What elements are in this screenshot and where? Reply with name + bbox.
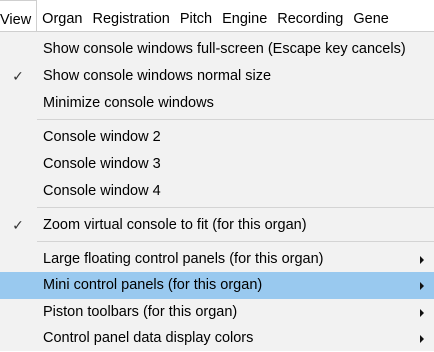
view-dropdown-menu: Show console windows full-screen (Escape… xyxy=(0,31,434,351)
menu-item-mini-control-panels[interactable]: Mini control panels (for this organ) xyxy=(0,272,434,299)
menu-item-label: Console window 4 xyxy=(43,183,161,199)
menu-item-console-window-4[interactable]: Console window 4 xyxy=(0,178,434,205)
menu-organ[interactable]: Organ xyxy=(37,0,87,32)
menu-item-display-colors[interactable]: Control panel data display colors xyxy=(0,325,434,352)
submenu-arrow-icon xyxy=(420,335,424,343)
menu-item-label: Large floating control panels (for this … xyxy=(43,251,324,267)
menu-separator xyxy=(37,207,434,208)
menu-item-label: Console window 2 xyxy=(43,129,161,145)
menu-general[interactable]: Gene xyxy=(348,0,393,32)
menu-item-label: Zoom virtual console to fit (for this or… xyxy=(43,217,307,233)
submenu-arrow-icon xyxy=(420,309,424,317)
menu-item-label: Control panel data display colors xyxy=(43,330,254,346)
checkmark-icon: ✓ xyxy=(12,217,24,233)
menu-separator xyxy=(37,241,434,242)
checkmark-icon: ✓ xyxy=(12,68,24,84)
menu-view[interactable]: View xyxy=(0,0,38,32)
menu-separator xyxy=(37,119,434,120)
menu-item-label: Mini control panels (for this organ) xyxy=(43,277,263,293)
menu-item-normal-size[interactable]: ✓ Show console windows normal size xyxy=(0,63,434,90)
menu-item-label: Piston toolbars (for this organ) xyxy=(43,304,238,320)
menu-item-minimize[interactable]: Minimize console windows xyxy=(0,90,434,117)
menu-item-label: Show console windows full-screen (Escape… xyxy=(43,41,406,57)
menu-engine[interactable]: Engine xyxy=(217,0,272,32)
menu-pitch[interactable]: Pitch xyxy=(175,0,217,32)
menu-registration[interactable]: Registration xyxy=(87,0,174,32)
menu-item-zoom-to-fit[interactable]: ✓ Zoom virtual console to fit (for this … xyxy=(0,212,434,239)
menu-item-console-window-2[interactable]: Console window 2 xyxy=(0,124,434,151)
menu-item-label: Minimize console windows xyxy=(43,95,214,111)
menu-item-piston-toolbars[interactable]: Piston toolbars (for this organ) xyxy=(0,299,434,326)
menu-item-large-floating-panels[interactable]: Large floating control panels (for this … xyxy=(0,246,434,273)
menu-item-console-window-3[interactable]: Console window 3 xyxy=(0,151,434,178)
menu-item-label: Console window 3 xyxy=(43,156,161,172)
submenu-arrow-icon xyxy=(420,256,424,264)
menu-bar: View Organ Registration Pitch Engine Rec… xyxy=(0,0,434,32)
menu-item-fullscreen[interactable]: Show console windows full-screen (Escape… xyxy=(0,36,434,63)
menu-item-label: Show console windows normal size xyxy=(43,68,272,84)
menu-recording[interactable]: Recording xyxy=(272,0,348,32)
submenu-arrow-icon xyxy=(420,282,424,290)
